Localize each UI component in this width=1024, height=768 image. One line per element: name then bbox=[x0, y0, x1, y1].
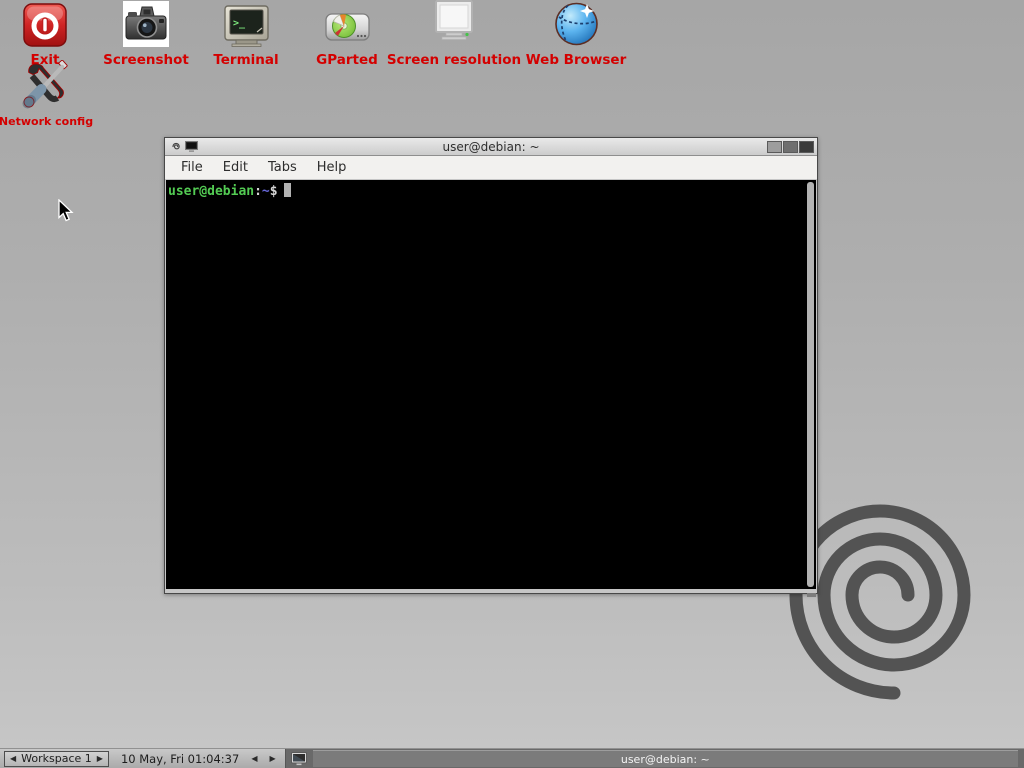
desktop-icon-screenshot[interactable]: Screenshot bbox=[96, 0, 196, 67]
desktop-icon-terminal[interactable]: >_ Terminal bbox=[196, 0, 296, 67]
monitor-mini-icon bbox=[291, 752, 307, 766]
workspace-label: Workspace 1 bbox=[21, 752, 92, 765]
text-cursor bbox=[284, 183, 291, 197]
icon-label: Terminal bbox=[213, 53, 278, 67]
menu-tabs[interactable]: Tabs bbox=[258, 158, 307, 177]
icon-label: GParted bbox=[316, 53, 378, 67]
camera-icon bbox=[123, 0, 169, 48]
workspace-switcher[interactable]: ◀ Workspace 1 ▶ bbox=[4, 751, 109, 767]
task-button-terminal[interactable]: user@debian: ~ bbox=[313, 750, 1018, 767]
prompt-separator: : bbox=[254, 184, 262, 199]
terminal-mini-icon bbox=[185, 141, 198, 152]
tasklist: user@debian: ~ bbox=[285, 749, 1024, 768]
mouse-cursor bbox=[58, 199, 75, 223]
terminal-window: user@debian: ~ File Edit Tabs Help user@… bbox=[164, 137, 818, 594]
minimize-button[interactable] bbox=[767, 141, 782, 153]
window-title: user@debian: ~ bbox=[238, 140, 744, 154]
pager-right-icon[interactable]: ▶ bbox=[269, 755, 275, 763]
prompt-path: ~ bbox=[262, 184, 270, 199]
taskbar: ◀ Workspace 1 ▶ 10 May, Fri 01:04:37 ◀ ▶… bbox=[0, 748, 1024, 768]
prompt-symbol: $ bbox=[270, 184, 278, 199]
desktop-icon-web-browser[interactable]: Web Browser bbox=[516, 0, 636, 67]
monitor-icon bbox=[430, 0, 478, 48]
tools-icon bbox=[18, 62, 74, 110]
close-button[interactable] bbox=[799, 141, 814, 153]
workspace-prev-icon[interactable]: ◀ bbox=[10, 755, 16, 763]
desktop-icon-screen-resolution[interactable]: Screen resolution bbox=[389, 0, 519, 67]
workspace-next-icon[interactable]: ▶ bbox=[97, 755, 103, 763]
icon-label: Screen resolution bbox=[387, 53, 521, 67]
globe-icon bbox=[553, 0, 600, 48]
power-icon bbox=[23, 0, 67, 48]
desktop-icon-exit[interactable]: Exit bbox=[5, 0, 85, 67]
maximize-button[interactable] bbox=[783, 141, 798, 153]
menu-help[interactable]: Help bbox=[307, 158, 357, 177]
harddisk-icon bbox=[324, 0, 371, 48]
titlebar-icon-group bbox=[168, 140, 238, 153]
pager-left-icon[interactable]: ◀ bbox=[251, 755, 257, 763]
desktop-icon-network-config[interactable]: Network config bbox=[0, 62, 104, 129]
debian-swirl-icon bbox=[168, 140, 181, 153]
icon-label: Screenshot bbox=[103, 53, 189, 67]
icon-label: Web Browser bbox=[526, 53, 626, 67]
window-resize-grip[interactable] bbox=[807, 593, 816, 597]
window-controls bbox=[744, 141, 814, 153]
titlebar[interactable]: user@debian: ~ bbox=[165, 138, 817, 156]
icon-label: Network config bbox=[0, 115, 93, 129]
menu-edit[interactable]: Edit bbox=[213, 158, 258, 177]
crt-icon: >_ bbox=[223, 0, 270, 48]
svg-text:>_: >_ bbox=[233, 18, 246, 29]
prompt-user-host: user@debian bbox=[168, 184, 254, 199]
taskbar-clock: 10 May, Fri 01:04:37 bbox=[121, 752, 239, 766]
desktop-icon-gparted[interactable]: GParted bbox=[297, 0, 397, 67]
menubar: File Edit Tabs Help bbox=[165, 156, 817, 179]
menu-file[interactable]: File bbox=[171, 158, 213, 177]
show-desktop-button[interactable] bbox=[286, 749, 313, 768]
terminal-scrollbar[interactable] bbox=[807, 182, 814, 587]
pager-arrows: ◀ ▶ bbox=[251, 755, 275, 763]
terminal-screen[interactable]: user@debian:~$ bbox=[166, 180, 816, 589]
shell-prompt: user@debian:~$ bbox=[166, 180, 816, 202]
